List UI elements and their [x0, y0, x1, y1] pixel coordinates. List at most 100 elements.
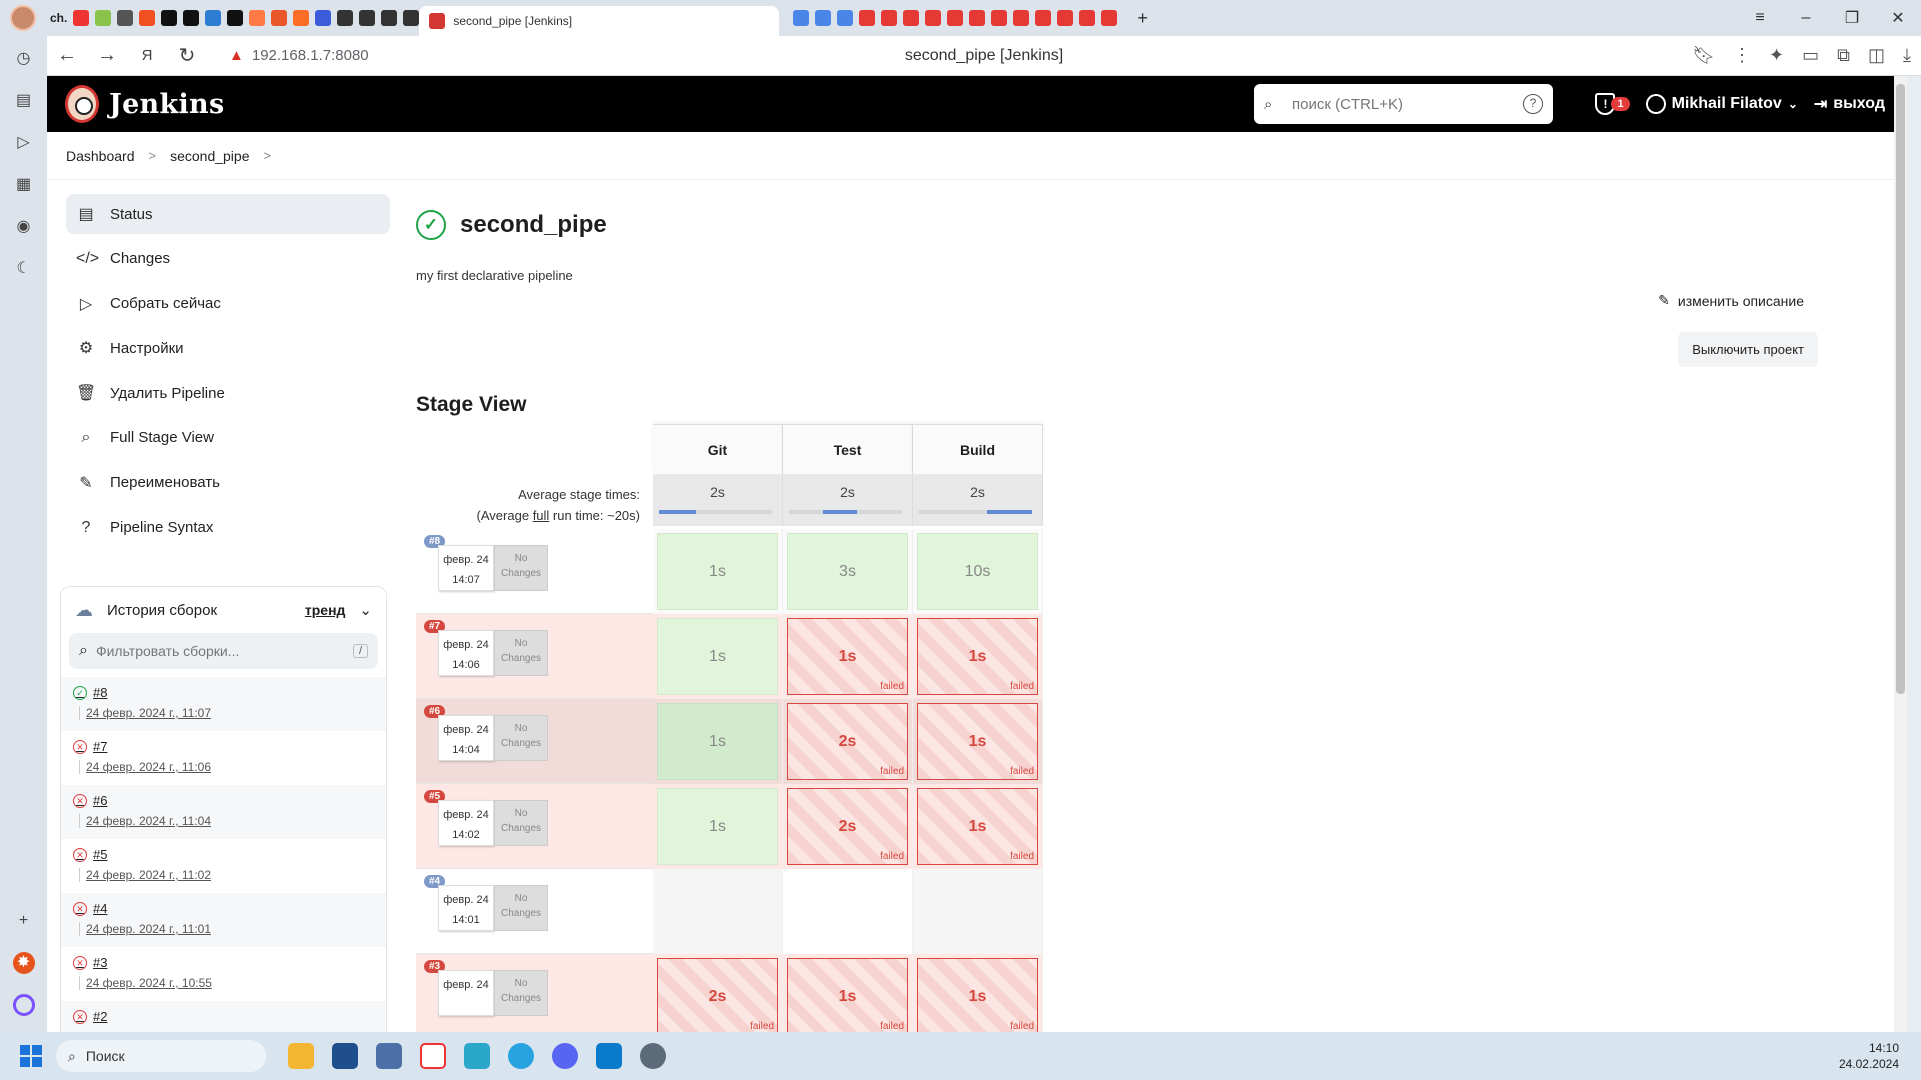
stage-success-box[interactable]: 3s — [787, 533, 908, 610]
chevron-down-icon[interactable]: ⌄ — [359, 601, 372, 619]
profile-avatar[interactable] — [10, 5, 36, 31]
camera-icon[interactable]: ◉ — [13, 216, 35, 238]
sidebar-item-changes[interactable]: </> Changes — [66, 239, 390, 279]
bookmark-icon[interactable]: 🔖︎ — [1692, 45, 1715, 66]
build-filter-input[interactable] — [95, 643, 345, 659]
build-date-link[interactable]: 24 февр. 2024 г., 11:04 — [79, 814, 374, 828]
sidebar-item-status[interactable]: ▤ Status — [66, 194, 390, 234]
logout-link[interactable]: ⇥ выход — [1814, 94, 1885, 114]
close-icon[interactable]: ✕ — [1875, 8, 1921, 28]
tab-favicon[interactable] — [95, 10, 112, 26]
new-tab-button[interactable]: + — [1137, 8, 1148, 29]
build-filter[interactable]: ⌕ / — [69, 633, 378, 669]
tab-favicon[interactable] — [947, 10, 964, 26]
tab-favicon[interactable] — [969, 10, 986, 26]
stage-success-box[interactable]: 1s — [657, 618, 778, 695]
tab-favicon[interactable] — [1101, 10, 1118, 26]
search-input[interactable] — [1284, 95, 1523, 113]
stage-cell[interactable]: 10s — [913, 529, 1043, 614]
stage-cell[interactable]: 1s failed — [783, 954, 913, 1032]
extension-icon[interactable]: ▭ — [1802, 45, 1819, 66]
stage-cell[interactable]: 2s failed — [653, 954, 783, 1032]
build-info[interactable]: #6 февр. 24 14:04 No Changes — [416, 699, 653, 784]
user-menu[interactable]: Mikhail Filatov ⌄ — [1645, 94, 1798, 114]
yandex-icon[interactable]: Я — [127, 47, 167, 64]
sidebar-item-rename[interactable]: ✎ Переименовать — [66, 463, 390, 503]
tab-favicon[interactable] — [249, 10, 266, 26]
build-date-link[interactable]: 24 февр. 2024 г., 11:02 — [79, 868, 374, 882]
collections-icon[interactable]: ▤ — [13, 90, 35, 112]
disable-project-button[interactable]: Выключить проект — [1678, 332, 1818, 367]
build-link[interactable]: #8 — [93, 685, 107, 700]
build-link[interactable]: #3 — [93, 955, 107, 970]
forward-icon[interactable]: → — [87, 44, 127, 67]
page-scrollbar[interactable] — [1894, 76, 1907, 1032]
stage-cell[interactable]: 3s — [783, 529, 913, 614]
stage-failed-box[interactable]: 1s failed — [917, 703, 1038, 780]
stage-failed-box[interactable]: 1s failed — [917, 788, 1038, 865]
build-info[interactable]: #8 февр. 24 14:07 No Changes — [416, 529, 653, 614]
stage-failed-box[interactable]: 2s failed — [787, 703, 908, 780]
download-icon[interactable]: ⤓ — [1903, 45, 1911, 66]
active-tab[interactable]: second_pipe [Jenkins] — [419, 6, 780, 36]
stage-failed-box[interactable]: 1s failed — [787, 618, 908, 695]
tab-favicon[interactable] — [991, 10, 1008, 26]
tab-favicon[interactable] — [73, 10, 90, 26]
build-date-link[interactable]: 24 февр. 2024 г., 11:06 — [79, 760, 374, 774]
sidebar-item-configure[interactable]: ⚙ Настройки — [66, 328, 390, 368]
tab-favicon[interactable] — [403, 10, 420, 26]
add-panel-icon[interactable]: + — [13, 910, 35, 932]
stage-success-box[interactable]: 1s — [657, 703, 778, 780]
tab-favicon[interactable] — [139, 10, 156, 26]
settings-icon[interactable] — [640, 1043, 666, 1069]
tab-favicon[interactable] — [117, 10, 134, 26]
tab-favicon[interactable] — [183, 10, 200, 26]
tab-favicon[interactable] — [227, 10, 244, 26]
windows-start-icon[interactable] — [20, 1045, 42, 1067]
scrollbar-thumb[interactable] — [1896, 84, 1905, 694]
tab-favicon[interactable] — [1013, 10, 1030, 26]
vscode-icon[interactable] — [596, 1043, 622, 1069]
video-icon[interactable]: ▷ — [13, 132, 35, 154]
history-icon[interactable]: ◷ — [13, 48, 35, 70]
minimize-icon[interactable]: – — [1783, 9, 1829, 27]
build-date-link[interactable]: 24 февр. 2024 г., 11:01 — [79, 922, 374, 936]
extension-icon[interactable]: ◫ — [1868, 45, 1885, 66]
file-explorer-icon[interactable] — [288, 1043, 314, 1069]
stage-cell[interactable]: 1s failed — [913, 614, 1043, 699]
stage-success-box[interactable]: 10s — [917, 533, 1038, 610]
breadcrumb-project[interactable]: second_pipe — [170, 148, 249, 164]
store-icon[interactable] — [332, 1043, 358, 1069]
edit-description-link[interactable]: ✎ изменить описание — [1658, 292, 1804, 309]
stage-success-box[interactable]: 1s — [657, 788, 778, 865]
yandex-browser-icon[interactable] — [420, 1043, 446, 1069]
network-icon[interactable] — [376, 1043, 402, 1069]
jenkins-logo-icon[interactable] — [65, 85, 99, 123]
build-link[interactable]: #2 — [93, 1009, 107, 1024]
tab-favicon[interactable] — [881, 10, 898, 26]
sidebar-item-pipeline-syntax[interactable]: ? Pipeline Syntax — [66, 508, 390, 548]
tab-favicon[interactable] — [271, 10, 288, 26]
build-link[interactable]: #6 — [93, 793, 107, 808]
tab-favicon[interactable] — [359, 10, 376, 26]
build-info[interactable]: #3 февр. 24 No Changes — [416, 954, 653, 1032]
insecure-warning-icon[interactable]: ▲ — [229, 47, 244, 64]
trend-link[interactable]: тренд — [305, 602, 346, 618]
tab-favicon[interactable] — [161, 10, 178, 26]
reload-icon[interactable]: ↻ — [167, 43, 207, 68]
tab-favicon[interactable] — [293, 10, 310, 26]
app-icon[interactable]: ✸ — [12, 952, 35, 974]
alice-icon[interactable] — [12, 994, 35, 1016]
stage-failed-box[interactable]: 1s failed — [787, 958, 908, 1032]
stage-failed-box[interactable]: 2s failed — [657, 958, 778, 1032]
extension-icon[interactable]: ✦ — [1769, 45, 1784, 66]
app-icon[interactable] — [464, 1043, 490, 1069]
search-box[interactable]: ⌕ ? — [1254, 84, 1553, 124]
stage-success-box[interactable]: 1s — [657, 533, 778, 610]
chevron-right-icon[interactable]: > — [264, 148, 272, 163]
stage-cell[interactable]: 1s — [653, 529, 783, 614]
tab-favicon[interactable] — [1035, 10, 1052, 26]
sidebar-item-delete[interactable]: 🗑︎ Удалить Pipeline — [66, 373, 390, 413]
tab-favicon[interactable] — [815, 10, 832, 26]
sidebar-item-build-now[interactable]: ▷ Собрать сейчас — [66, 284, 390, 324]
